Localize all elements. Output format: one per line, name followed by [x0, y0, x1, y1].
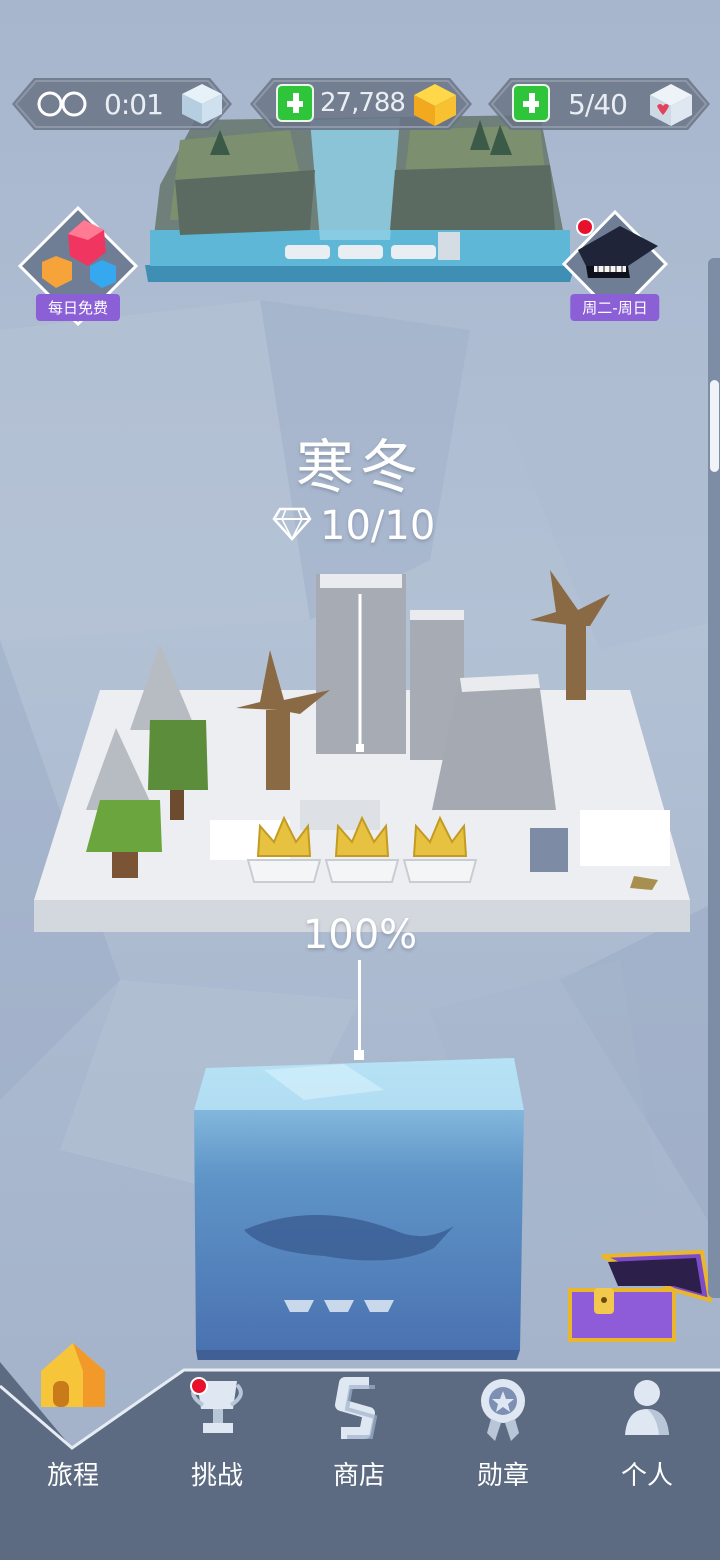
nav-journey[interactable]: 旅程	[18, 1343, 128, 1495]
nav-journey-label: 旅程	[46, 1461, 99, 1491]
home-icon	[33, 1335, 113, 1419]
shop-icon	[329, 1375, 389, 1449]
level-progress: 100%	[302, 912, 418, 958]
notification-dot	[576, 218, 594, 236]
nav-shop-label: 商店	[332, 1461, 385, 1491]
medal-icon	[473, 1375, 533, 1449]
level-title: 寒冬	[295, 433, 424, 501]
nav-challenge-label: 挑战	[190, 1461, 243, 1491]
nav-challenge[interactable]: 挑战	[162, 1375, 272, 1495]
nav-profile-label: 个人	[620, 1461, 673, 1491]
notification-dot	[190, 1377, 208, 1395]
nav-medals-label: 勋章	[476, 1461, 529, 1491]
weekly-event-label: 周二-周日	[570, 294, 660, 321]
treasure-chest-icon[interactable]	[562, 1248, 713, 1352]
daily-free-badge[interactable]: 每日免费	[14, 205, 142, 327]
weekly-event-badge[interactable]: 周二-周日	[560, 208, 670, 328]
add-lives-button[interactable]	[512, 84, 550, 122]
coins-value: 27,788	[320, 88, 406, 118]
nav-shop[interactable]: 商店	[304, 1375, 414, 1495]
lives-pill[interactable]: 5/40	[488, 78, 710, 130]
coins-pill[interactable]: 27,788	[250, 78, 472, 130]
nav-medals[interactable]: 勋章	[448, 1375, 558, 1495]
profile-icon	[617, 1375, 677, 1449]
gem-count: 10/10	[320, 503, 436, 549]
nav-profile[interactable]: 个人	[592, 1375, 702, 1495]
path-connector	[358, 960, 361, 1056]
add-coins-button[interactable]	[276, 84, 314, 122]
gems-bundle-icon	[34, 216, 124, 300]
daily-free-label: 每日免费	[35, 294, 121, 321]
timer-value: 0:01	[104, 88, 164, 121]
winter-level-diorama[interactable]	[30, 560, 694, 960]
lives-value: 5/40	[568, 88, 628, 121]
ocean-level-diorama[interactable]	[184, 1050, 534, 1362]
timer-pill[interactable]: 0:01	[12, 78, 232, 130]
scrollbar-thumb[interactable]	[710, 380, 719, 472]
diamond-icon	[272, 507, 312, 545]
